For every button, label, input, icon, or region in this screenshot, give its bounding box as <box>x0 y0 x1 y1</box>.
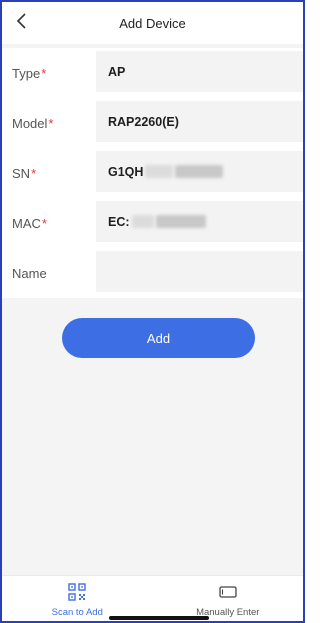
redaction-blur <box>131 215 154 228</box>
model-field[interactable]: RAP2260(E) <box>96 101 303 142</box>
type-value: AP <box>108 64 126 79</box>
device-form: Type* AP Model* RAP2260(E) SN* G1QH MAC*… <box>2 48 303 298</box>
navigation-bar: Add Device <box>2 2 303 44</box>
name-row: Name <box>2 248 303 298</box>
sn-label: SN* <box>12 165 37 181</box>
page-title: Add Device <box>119 15 186 31</box>
type-label: Type* <box>12 65 47 81</box>
name-input[interactable] <box>96 251 303 292</box>
redaction-blur <box>145 165 174 178</box>
type-row: Type* AP <box>2 48 303 98</box>
required-mark: * <box>41 65 47 81</box>
model-row: Model* RAP2260(E) <box>2 98 303 148</box>
mac-row: MAC* EC: <box>2 198 303 248</box>
rectangle-icon <box>218 582 238 602</box>
tab-scan-label: Scan to Add <box>51 607 103 618</box>
back-button[interactable] <box>10 9 34 33</box>
redaction-blur <box>175 165 224 178</box>
model-label: Model* <box>12 115 54 131</box>
required-mark: * <box>31 165 37 181</box>
mac-label: MAC* <box>12 215 47 231</box>
add-button[interactable]: Add <box>62 318 255 358</box>
redaction-blur <box>155 215 206 228</box>
sn-value: G1QH <box>108 164 144 179</box>
app-frame: Add Device Type* AP Model* RAP2260(E) SN… <box>0 0 305 623</box>
sn-field[interactable]: G1QH <box>96 151 303 192</box>
chevron-left-icon <box>16 13 26 29</box>
name-label: Name <box>12 265 47 281</box>
qr-code-icon <box>67 582 87 602</box>
mac-field[interactable]: EC: <box>96 201 303 242</box>
sn-row: SN* G1QH <box>2 148 303 198</box>
required-mark: * <box>41 215 47 231</box>
type-field[interactable]: AP <box>96 51 303 92</box>
model-value: RAP2260(E) <box>108 114 179 129</box>
required-mark: * <box>48 115 54 131</box>
home-indicator <box>109 616 209 620</box>
mac-value: EC: <box>108 214 130 229</box>
